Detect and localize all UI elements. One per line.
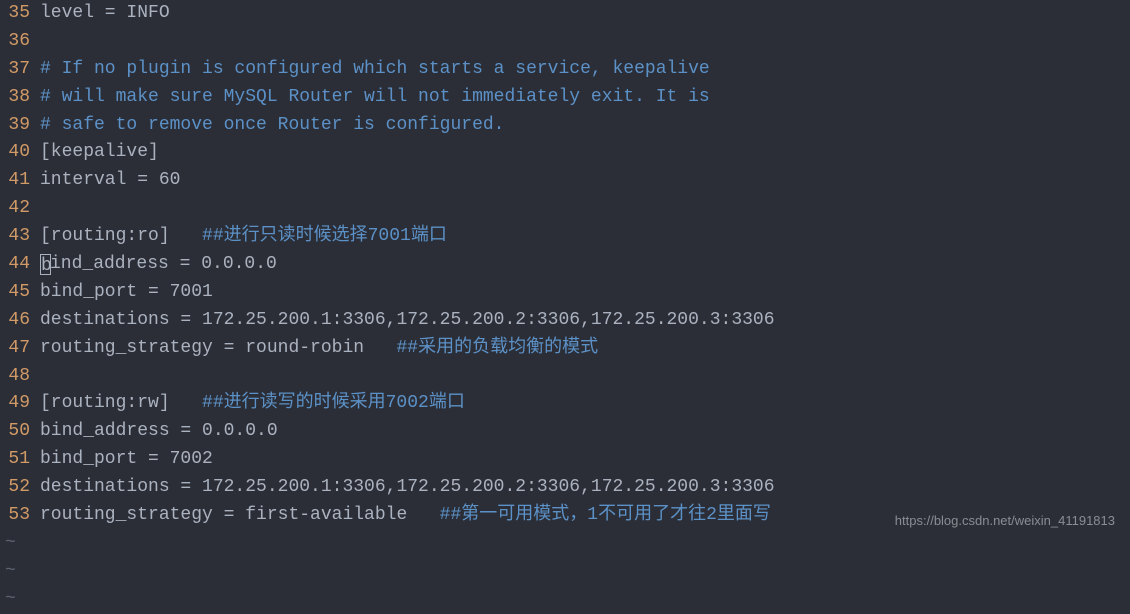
line-number: 43	[0, 223, 40, 251]
line-number: 51	[0, 446, 40, 474]
code-line[interactable]: 40[keepalive]	[0, 139, 1130, 167]
code-line[interactable]: 43[routing:ro] ##进行只读时候选择7001端口	[0, 223, 1130, 251]
line-number: 50	[0, 418, 40, 446]
code-line[interactable]: 38# will make sure MySQL Router will not…	[0, 84, 1130, 112]
line-content[interactable]: [routing:rw] ##进行读写的时候采用7002端口	[40, 390, 465, 418]
comment-text: ##第一可用模式，1不可用了才往2里面写	[440, 505, 771, 525]
code-text: interval = 60	[40, 170, 180, 190]
line-content[interactable]: bind_address = 0.0.0.0	[40, 251, 277, 279]
comment-text: ##采用的负载均衡的模式	[396, 338, 598, 358]
line-content[interactable]: bind_port = 7001	[40, 279, 213, 307]
code-text: ind_address = 0.0.0.0	[50, 254, 277, 274]
line-number: 37	[0, 56, 40, 84]
code-line[interactable]: 41interval = 60	[0, 167, 1130, 195]
line-number: 41	[0, 167, 40, 195]
line-content[interactable]: # safe to remove once Router is configur…	[40, 112, 504, 140]
line-content[interactable]: bind_port = 7002	[40, 446, 213, 474]
comment-text: # safe to remove once Router is configur…	[40, 115, 504, 135]
line-number: 45	[0, 279, 40, 307]
code-line[interactable]: 52destinations = 172.25.200.1:3306,172.2…	[0, 474, 1130, 502]
code-text: level = INFO	[40, 3, 170, 23]
code-line[interactable]: 45bind_port = 7001	[0, 279, 1130, 307]
line-content[interactable]: destinations = 172.25.200.1:3306,172.25.…	[40, 307, 775, 335]
code-text: bind_port = 7001	[40, 282, 213, 302]
comment-text: # will make sure MySQL Router will not i…	[40, 87, 710, 107]
cursor: b	[40, 254, 51, 275]
line-number: 52	[0, 474, 40, 502]
line-content[interactable]: routing_strategy = round-robin ##采用的负载均衡…	[40, 335, 598, 363]
line-number: 40	[0, 139, 40, 167]
code-text: bind_port = 7002	[40, 449, 213, 469]
code-text: [routing:ro]	[40, 226, 202, 246]
line-number: 44	[0, 251, 40, 279]
line-content[interactable]: level = INFO	[40, 0, 170, 28]
code-line[interactable]: 36	[0, 28, 1130, 56]
code-line[interactable]: 35level = INFO	[0, 0, 1130, 28]
empty-line-marker: ~	[0, 586, 1130, 614]
code-line[interactable]: 37# If no plugin is configured which sta…	[0, 56, 1130, 84]
code-text: routing_strategy = round-robin	[40, 338, 396, 358]
line-number: 39	[0, 112, 40, 140]
line-content[interactable]: # will make sure MySQL Router will not i…	[40, 84, 710, 112]
code-line[interactable]: 42	[0, 195, 1130, 223]
line-content[interactable]: [keepalive]	[40, 139, 159, 167]
code-text: destinations = 172.25.200.1:3306,172.25.…	[40, 477, 775, 497]
code-text: destinations = 172.25.200.1:3306,172.25.…	[40, 310, 775, 330]
line-number: 53	[0, 502, 40, 530]
line-number: 46	[0, 307, 40, 335]
code-line[interactable]: 50bind_address = 0.0.0.0	[0, 418, 1130, 446]
code-line[interactable]: 47routing_strategy = round-robin ##采用的负载…	[0, 335, 1130, 363]
code-line[interactable]: 39# safe to remove once Router is config…	[0, 112, 1130, 140]
line-content[interactable]: routing_strategy = first-available ##第一可…	[40, 502, 771, 530]
line-content[interactable]: destinations = 172.25.200.1:3306,172.25.…	[40, 474, 775, 502]
code-text: bind_address = 0.0.0.0	[40, 421, 278, 441]
code-line[interactable]: 44bind_address = 0.0.0.0	[0, 251, 1130, 279]
code-text: routing_strategy = first-available	[40, 505, 440, 525]
code-line[interactable]: 46destinations = 172.25.200.1:3306,172.2…	[0, 307, 1130, 335]
line-content[interactable]: [routing:ro] ##进行只读时候选择7001端口	[40, 223, 447, 251]
comment-text: ##进行只读时候选择7001端口	[202, 226, 447, 246]
code-text: [routing:rw]	[40, 393, 202, 413]
code-text: [keepalive]	[40, 142, 159, 162]
line-number: 42	[0, 195, 40, 223]
empty-line-marker: ~	[0, 558, 1130, 586]
line-number: 38	[0, 84, 40, 112]
watermark-text: https://blog.csdn.net/weixin_41191813	[895, 511, 1115, 531]
comment-text: # If no plugin is configured which start…	[40, 59, 710, 79]
line-number: 48	[0, 363, 40, 391]
line-number: 47	[0, 335, 40, 363]
code-line[interactable]: 49[routing:rw] ##进行读写的时候采用7002端口	[0, 390, 1130, 418]
code-line[interactable]: 48	[0, 363, 1130, 391]
line-number: 49	[0, 390, 40, 418]
empty-line-marker: ~	[0, 530, 1130, 558]
line-number: 35	[0, 0, 40, 28]
line-number: 36	[0, 28, 40, 56]
code-line[interactable]: 51bind_port = 7002	[0, 446, 1130, 474]
line-content[interactable]: # If no plugin is configured which start…	[40, 56, 710, 84]
line-content[interactable]: bind_address = 0.0.0.0	[40, 418, 278, 446]
comment-text: ##进行读写的时候采用7002端口	[202, 393, 465, 413]
line-content[interactable]: interval = 60	[40, 167, 180, 195]
